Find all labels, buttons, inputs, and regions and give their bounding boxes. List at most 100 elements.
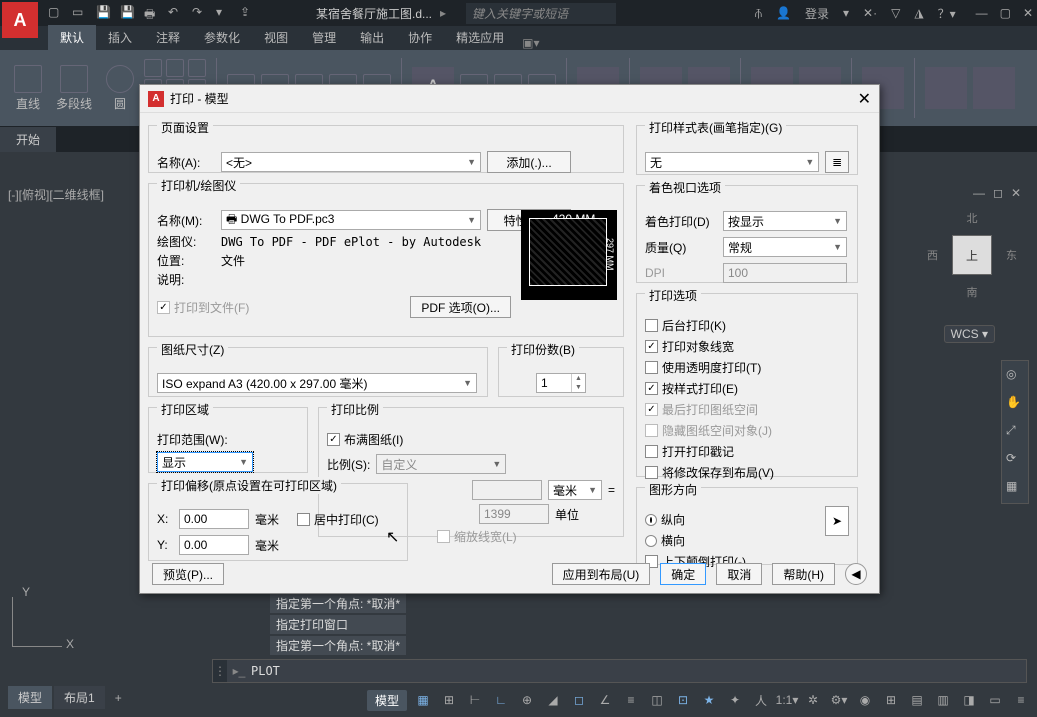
tab-parametric[interactable]: 参数化 <box>192 25 252 50</box>
search-input[interactable]: 键入关键字或短语 <box>466 3 616 24</box>
quickprops-icon[interactable]: ▤ <box>907 690 927 710</box>
tab-model[interactable]: 模型 <box>8 686 52 709</box>
tab-insert[interactable]: 插入 <box>96 25 144 50</box>
scale-unit-select[interactable]: 毫米▼ <box>548 480 602 500</box>
vc-west[interactable]: 西 <box>927 247 938 263</box>
clipboard-icon[interactable] <box>925 67 967 109</box>
vc-north[interactable]: 北 <box>967 210 978 226</box>
pan-icon[interactable]: ✋ <box>1006 395 1024 413</box>
gizmo-icon[interactable]: 1:1▾ <box>777 690 797 710</box>
plot-style-edit-button[interactable]: ≣ <box>825 151 849 173</box>
line-icon[interactable] <box>14 65 42 93</box>
tab-collab[interactable]: 协作 <box>396 25 444 50</box>
cart-icon[interactable]: ▽ <box>891 6 900 20</box>
annoscale-icon[interactable]: ✲ <box>803 690 823 710</box>
ok-button[interactable]: 确定 <box>660 563 706 585</box>
saveas-icon[interactable]: 💾 <box>120 5 136 21</box>
selection-filter-icon[interactable]: 人 <box>751 690 771 710</box>
copies-spinner[interactable]: 1▲▼ <box>536 373 586 393</box>
tab-layout1[interactable]: 布局1 <box>54 686 105 709</box>
open-icon[interactable]: ▭ <box>72 5 88 21</box>
opt-transparency-checkbox[interactable]: 使用透明度打印(T) <box>645 359 849 376</box>
opt-plotstamp-checkbox[interactable]: 打开打印戳记 <box>645 443 849 460</box>
redo-icon[interactable]: ↷ <box>192 5 208 21</box>
opt-lineweights-checkbox[interactable]: 打印对象线宽 <box>645 338 849 355</box>
vc-top-face[interactable]: 上 <box>952 235 992 275</box>
osnap-icon[interactable]: ◻ <box>569 690 589 710</box>
maximize-button[interactable]: ▢ <box>1000 6 1011 20</box>
lineweight-icon[interactable]: ≡ <box>621 690 641 710</box>
save-icon[interactable]: 💾 <box>96 5 112 21</box>
printer-select[interactable]: 🖶 DWG To PDF.pc3▼ <box>221 210 481 230</box>
zoom-extent-icon[interactable]: ⤢ <box>1006 423 1024 441</box>
dyninput-icon[interactable]: ⊡ <box>673 690 693 710</box>
command-line[interactable]: ⋮ ▸_ PLOT <box>212 659 1027 683</box>
cancel-button[interactable]: 取消 <box>716 563 762 585</box>
add-page-setup-button[interactable]: 添加(.)... <box>487 151 571 173</box>
circle-icon[interactable] <box>106 65 134 93</box>
doc-title-caret[interactable]: ▸ <box>440 6 446 20</box>
cleanscreen-icon[interactable]: ▭ <box>985 690 1005 710</box>
paper-size-select[interactable]: ISO expand A3 (420.00 x 297.00 毫米)▼ <box>157 373 477 393</box>
minimize-button[interactable]: — <box>976 6 988 20</box>
cmdline-handle-icon[interactable]: ⋮ <box>213 660 227 682</box>
help-icon[interactable]: ？▾ <box>938 5 956 22</box>
view-icon[interactable] <box>973 67 1015 109</box>
orient-landscape-radio[interactable]: 横向 <box>645 532 849 549</box>
apply-to-layout-button[interactable]: 应用到布局(U) <box>552 563 651 585</box>
autodesk-icon[interactable]: ◮ <box>914 6 923 20</box>
grid-icon[interactable]: ▦ <box>413 690 433 710</box>
collapse-dialog-button[interactable]: ◀ <box>845 563 867 585</box>
viewport-label[interactable]: [-][俯视][二维线框] <box>8 186 104 203</box>
login-button[interactable]: 登录 <box>805 5 829 22</box>
polar-icon[interactable]: ⊕ <box>517 690 537 710</box>
plot-scope-select[interactable]: 显示▼ <box>157 452 253 472</box>
hardware-icon[interactable]: ◨ <box>959 690 979 710</box>
fit-to-paper-checkbox[interactable]: 布满图纸(I) <box>327 431 615 448</box>
orbit-icon[interactable]: ⟳ <box>1006 451 1024 469</box>
dialog-titlebar[interactable]: A 打印 - 模型 ✕ <box>140 85 879 113</box>
ribbon-expander-icon[interactable]: ▣▾ <box>522 36 539 50</box>
rect-icon[interactable] <box>166 59 184 77</box>
qat-dropdown-icon[interactable]: ▾ <box>216 5 232 21</box>
opt-plotstyle-checkbox[interactable]: 按样式打印(E) <box>645 380 849 397</box>
help-button[interactable]: 帮助(H) <box>772 563 835 585</box>
center-plot-checkbox[interactable]: 居中打印(C) <box>297 511 379 528</box>
selection-cycling-icon[interactable]: ★ <box>699 690 719 710</box>
app-logo[interactable]: A <box>2 2 38 38</box>
close-button[interactable]: ✕ <box>1023 6 1033 20</box>
plot-icon[interactable]: 🖶 <box>144 5 160 21</box>
share-icon[interactable]: ⇪ <box>240 5 256 21</box>
opt-background-checkbox[interactable]: 后台打印(K) <box>645 317 849 334</box>
cmdline-text[interactable]: PLOT <box>251 664 280 678</box>
add-layout-button[interactable]: + <box>107 688 130 708</box>
tab-manage[interactable]: 管理 <box>300 25 348 50</box>
transparency-icon[interactable]: ◫ <box>647 690 667 710</box>
spin-up-icon[interactable]: ▲ <box>572 374 585 383</box>
otrack-icon[interactable]: ∠ <box>595 690 615 710</box>
tab-default[interactable]: 默认 <box>48 25 96 50</box>
showmotion-icon[interactable]: ▦ <box>1006 479 1024 497</box>
iso-icon[interactable]: ◢ <box>543 690 563 710</box>
plot-style-select[interactable]: 无▼ <box>645 152 819 172</box>
vp-close-icon[interactable]: ✕ <box>1011 186 1021 200</box>
tab-output[interactable]: 输出 <box>348 25 396 50</box>
exchange-icon[interactable]: ✕· <box>863 6 877 20</box>
ortho-icon[interactable]: ∟ <box>491 690 511 710</box>
tab-view[interactable]: 视图 <box>252 25 300 50</box>
isolate-icon[interactable]: ▥ <box>933 690 953 710</box>
page-setup-select[interactable]: <无>▼ <box>221 152 481 172</box>
offset-x-input[interactable]: 0.00 <box>179 509 249 529</box>
tab-start[interactable]: 开始 <box>0 127 56 152</box>
undo-icon[interactable]: ↶ <box>168 5 184 21</box>
pdf-options-button[interactable]: PDF 选项(O)... <box>410 296 511 318</box>
tab-featured[interactable]: 精选应用 <box>444 25 516 50</box>
snapmode-icon[interactable]: ⊞ <box>439 690 459 710</box>
infer-icon[interactable]: ⊢ <box>465 690 485 710</box>
shade-plot-select[interactable]: 按显示▼ <box>723 211 847 231</box>
units-icon[interactable]: ⊞ <box>881 690 901 710</box>
dialog-close-button[interactable]: ✕ <box>858 89 871 109</box>
arc-icon[interactable] <box>144 59 162 77</box>
spin-down-icon[interactable]: ▼ <box>572 383 585 392</box>
vp-minimize-icon[interactable]: — <box>973 186 985 200</box>
